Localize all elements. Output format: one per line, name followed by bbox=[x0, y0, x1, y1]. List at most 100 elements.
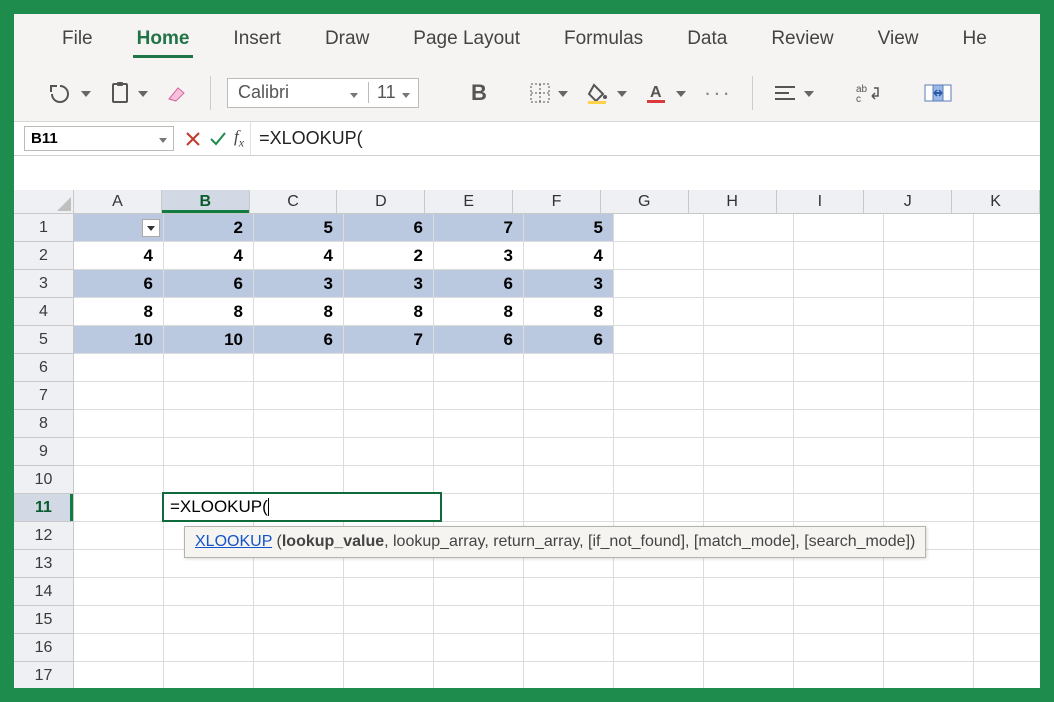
cell-F11[interactable] bbox=[524, 494, 614, 522]
cancel-formula-button[interactable] bbox=[184, 130, 202, 148]
cell-G5[interactable] bbox=[614, 326, 704, 354]
clipboard-button[interactable] bbox=[105, 79, 152, 107]
cell-H7[interactable] bbox=[704, 382, 794, 410]
cell-A14[interactable] bbox=[74, 578, 164, 606]
cell-B17[interactable] bbox=[164, 662, 254, 688]
cell-A17[interactable] bbox=[74, 662, 164, 688]
cell-H2[interactable] bbox=[704, 242, 794, 270]
cell-A13[interactable] bbox=[74, 550, 164, 578]
cell-G17[interactable] bbox=[614, 662, 704, 688]
cell-E14[interactable] bbox=[434, 578, 524, 606]
cell-J9[interactable] bbox=[884, 438, 974, 466]
cell-dropdown-button[interactable] bbox=[142, 219, 160, 237]
cell-G7[interactable] bbox=[614, 382, 704, 410]
cell-D10[interactable] bbox=[344, 466, 434, 494]
cell-K5[interactable] bbox=[974, 326, 1040, 354]
cell-A5[interactable]: 10 bbox=[74, 326, 164, 354]
cell-B6[interactable] bbox=[164, 354, 254, 382]
cell-I4[interactable] bbox=[794, 298, 884, 326]
cell-G14[interactable] bbox=[614, 578, 704, 606]
cell-I16[interactable] bbox=[794, 634, 884, 662]
ribbon-tab-formulas[interactable]: Formulas bbox=[542, 14, 665, 64]
col-header-B[interactable]: B bbox=[162, 190, 250, 214]
cell-G16[interactable] bbox=[614, 634, 704, 662]
cell-B7[interactable] bbox=[164, 382, 254, 410]
cell-F17[interactable] bbox=[524, 662, 614, 688]
cell-E11[interactable] bbox=[434, 494, 524, 522]
cell-E16[interactable] bbox=[434, 634, 524, 662]
col-header-D[interactable]: D bbox=[337, 190, 425, 214]
align-button[interactable] bbox=[769, 81, 818, 105]
row-header-2[interactable]: 2 bbox=[14, 242, 74, 270]
cell-I2[interactable] bbox=[794, 242, 884, 270]
cell-E2[interactable]: 3 bbox=[434, 242, 524, 270]
cell-E6[interactable] bbox=[434, 354, 524, 382]
cell-J14[interactable] bbox=[884, 578, 974, 606]
row-header-13[interactable]: 13 bbox=[14, 550, 74, 578]
cell-D2[interactable]: 2 bbox=[344, 242, 434, 270]
cell-G11[interactable] bbox=[614, 494, 704, 522]
cell-C8[interactable] bbox=[254, 410, 344, 438]
row-header-10[interactable]: 10 bbox=[14, 466, 74, 494]
cell-D1[interactable]: 6 bbox=[344, 214, 434, 242]
cell-K17[interactable] bbox=[974, 662, 1040, 688]
cell-A7[interactable] bbox=[74, 382, 164, 410]
col-header-G[interactable]: G bbox=[601, 190, 689, 214]
ribbon-tab-he[interactable]: He bbox=[940, 14, 1008, 64]
cell-I11[interactable] bbox=[794, 494, 884, 522]
cell-F10[interactable] bbox=[524, 466, 614, 494]
cell-F16[interactable] bbox=[524, 634, 614, 662]
cell-C2[interactable]: 4 bbox=[254, 242, 344, 270]
cell-H15[interactable] bbox=[704, 606, 794, 634]
cell-H6[interactable] bbox=[704, 354, 794, 382]
cell-A11[interactable] bbox=[74, 494, 164, 522]
cell-D6[interactable] bbox=[344, 354, 434, 382]
cell-H11[interactable] bbox=[704, 494, 794, 522]
cell-H4[interactable] bbox=[704, 298, 794, 326]
cell-D9[interactable] bbox=[344, 438, 434, 466]
wrap-text-button[interactable]: abc bbox=[852, 80, 886, 106]
cell-J3[interactable] bbox=[884, 270, 974, 298]
cell-I14[interactable] bbox=[794, 578, 884, 606]
row-header-15[interactable]: 15 bbox=[14, 606, 74, 634]
cell-I6[interactable] bbox=[794, 354, 884, 382]
cell-B10[interactable] bbox=[164, 466, 254, 494]
cell-J8[interactable] bbox=[884, 410, 974, 438]
cell-K11[interactable] bbox=[974, 494, 1040, 522]
cell-A8[interactable] bbox=[74, 410, 164, 438]
cell-E15[interactable] bbox=[434, 606, 524, 634]
col-header-H[interactable]: H bbox=[689, 190, 777, 214]
cell-J11[interactable] bbox=[884, 494, 974, 522]
cell-C16[interactable] bbox=[254, 634, 344, 662]
cell-F14[interactable] bbox=[524, 578, 614, 606]
cell-D15[interactable] bbox=[344, 606, 434, 634]
fx-icon[interactable]: fx bbox=[234, 127, 244, 150]
row-header-12[interactable]: 12 bbox=[14, 522, 74, 550]
cell-A9[interactable] bbox=[74, 438, 164, 466]
cell-J7[interactable] bbox=[884, 382, 974, 410]
cell-E1[interactable]: 7 bbox=[434, 214, 524, 242]
ribbon-tab-page-layout[interactable]: Page Layout bbox=[391, 14, 542, 64]
ribbon-tab-draw[interactable]: Draw bbox=[303, 14, 391, 64]
cell-K12[interactable] bbox=[974, 522, 1040, 550]
cell-D4[interactable]: 8 bbox=[344, 298, 434, 326]
cell-B16[interactable] bbox=[164, 634, 254, 662]
cell-K9[interactable] bbox=[974, 438, 1040, 466]
cell-H16[interactable] bbox=[704, 634, 794, 662]
cell-E9[interactable] bbox=[434, 438, 524, 466]
col-header-J[interactable]: J bbox=[864, 190, 952, 214]
col-header-A[interactable]: A bbox=[74, 190, 162, 214]
cell-H8[interactable] bbox=[704, 410, 794, 438]
row-header-8[interactable]: 8 bbox=[14, 410, 74, 438]
cell-J4[interactable] bbox=[884, 298, 974, 326]
cell-J10[interactable] bbox=[884, 466, 974, 494]
font-color-button[interactable]: A bbox=[641, 80, 690, 106]
cell-B14[interactable] bbox=[164, 578, 254, 606]
cell-J6[interactable] bbox=[884, 354, 974, 382]
cell-C7[interactable] bbox=[254, 382, 344, 410]
cell-F9[interactable] bbox=[524, 438, 614, 466]
cell-F8[interactable] bbox=[524, 410, 614, 438]
cell-D17[interactable] bbox=[344, 662, 434, 688]
cell-K16[interactable] bbox=[974, 634, 1040, 662]
cell-C5[interactable]: 6 bbox=[254, 326, 344, 354]
